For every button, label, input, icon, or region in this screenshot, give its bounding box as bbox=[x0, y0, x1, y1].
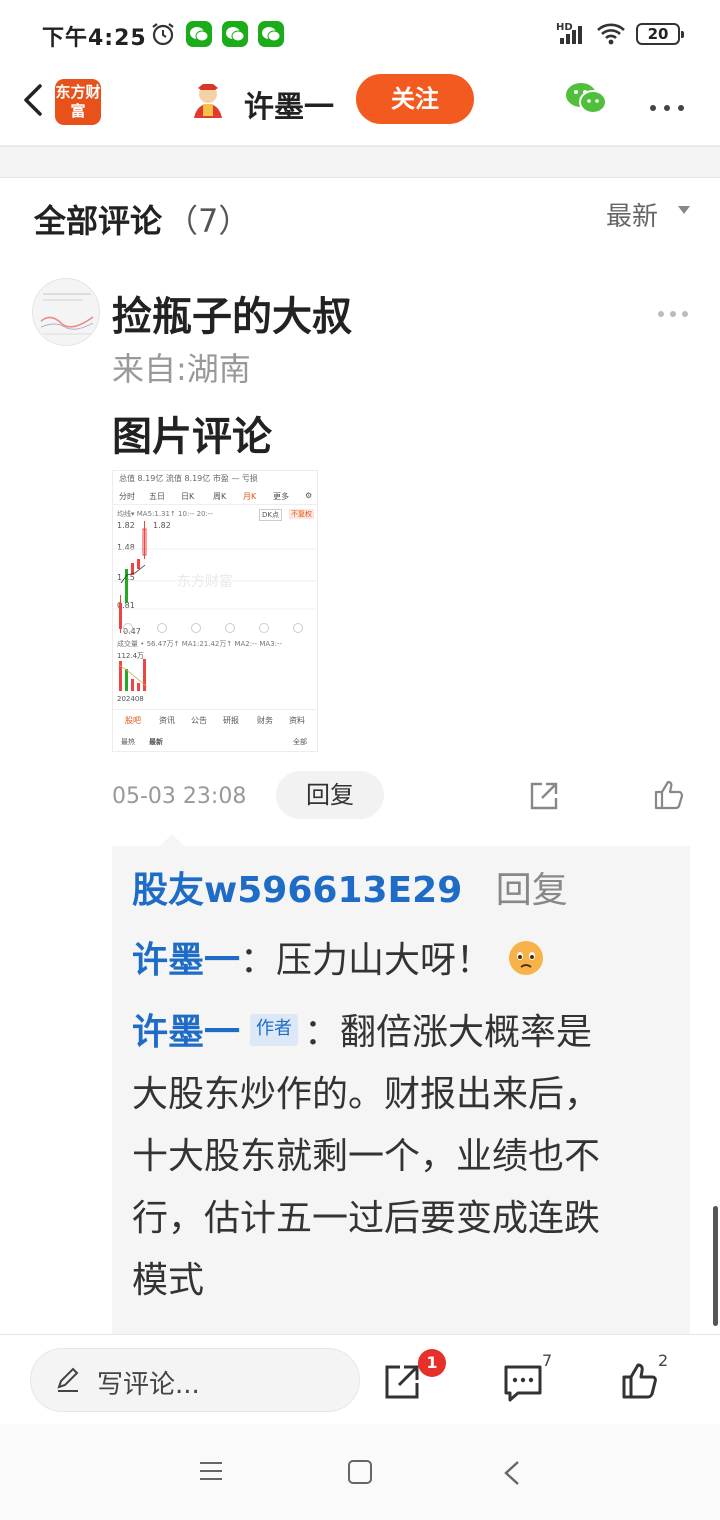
comments-title-text: 全部评论 bbox=[34, 202, 163, 240]
reply-user-link[interactable]: 股友w596613E29 bbox=[132, 870, 462, 911]
commenter-location: 来自:湖南 bbox=[112, 350, 251, 388]
system-back-icon[interactable] bbox=[502, 1460, 522, 1486]
comments-header: 全部评论 （7） 最新 bbox=[0, 178, 720, 258]
worried-face-emoji-icon bbox=[509, 941, 544, 975]
thumb-tab: 更多 bbox=[273, 492, 289, 501]
wifi-icon bbox=[597, 23, 625, 45]
thumb-control-icon bbox=[157, 623, 167, 633]
share-icon[interactable] bbox=[528, 780, 560, 812]
thumb-sort-option-active: 最新 bbox=[149, 738, 163, 746]
comment-icon[interactable] bbox=[502, 1363, 544, 1403]
thumb-tabs: 分时 五日 日K 周K 月K 更多 ⚙ bbox=[113, 487, 317, 505]
reply-header: 股友w596613E29 回复 bbox=[132, 864, 568, 918]
comment-timestamp: 05-03 23:08 bbox=[112, 784, 247, 809]
write-comment-placeholder: 写评论... bbox=[97, 1370, 200, 1400]
thumb-tab: 日K bbox=[181, 492, 195, 501]
thumb-control-icon bbox=[225, 623, 235, 633]
reply-text-line: 十大股东就剩一个，业绩也不 bbox=[132, 1136, 601, 1177]
thumb-controls bbox=[113, 621, 317, 635]
wechat-share-icon[interactable] bbox=[565, 80, 607, 116]
thumb-fq: 不复权 bbox=[289, 509, 314, 519]
share-icon[interactable] bbox=[382, 1361, 422, 1401]
status-time: 下午4:25 bbox=[42, 26, 147, 51]
comment-image[interactable]: 总值 8.19亿 流值 8.19亿 市盈 — 亏损 分时 五日 日K 周K 月K… bbox=[112, 470, 318, 752]
thumb-bottom-tab: 财务 bbox=[257, 716, 273, 725]
thumb-bottom-tab: 资料 bbox=[289, 716, 305, 725]
system-navigation-bar bbox=[0, 1424, 720, 1520]
settings-icon: ⚙ bbox=[305, 491, 313, 500]
reply-text-line: 行，估计五一过后要变成连跌 bbox=[132, 1198, 601, 1239]
reply-text-line: 大股东炒作的。财报出来后， bbox=[132, 1074, 601, 1115]
signal-icon bbox=[560, 26, 582, 44]
wechat-notification-icon bbox=[186, 21, 212, 47]
thumb-tab-active: 月K bbox=[243, 492, 257, 501]
thumb-volume-label: 成交量 • 56.47万↑ MA1:21.42万↑ MA2:-- MA3:-- bbox=[117, 640, 283, 648]
comment-more-icon[interactable] bbox=[658, 302, 694, 321]
reply-item: 许墨一：压力山大呀！ bbox=[132, 934, 544, 988]
thumb-tab: 周K bbox=[213, 492, 227, 501]
reply-item: 许墨一 作者 ：翻倍涨大概率是 大股东炒作的。财报出来后， 十大股东就剩一个，业绩也… bbox=[132, 1006, 680, 1308]
thumb-tab: 分时 bbox=[119, 492, 135, 501]
write-comment-input[interactable]: 写评论... bbox=[30, 1348, 360, 1412]
thumb-bottom-tab: 资讯 bbox=[159, 716, 175, 725]
wechat-notification-icon bbox=[258, 21, 284, 47]
thumb-control-icon bbox=[259, 623, 269, 633]
thumb-filter: 全部 bbox=[293, 738, 307, 746]
chart-thumbnail-icon bbox=[40, 293, 94, 335]
thumbs-up-icon[interactable] bbox=[620, 1361, 660, 1401]
battery-indicator: 20 bbox=[636, 23, 684, 45]
reply-thread: 股友w596613E29 回复 许墨一：压力山大呀！ 许墨一 作者 ：翻倍涨大概率是… bbox=[112, 834, 690, 1336]
commenter-avatar[interactable] bbox=[32, 278, 100, 346]
reply-text-line: ：翻倍涨大概率是 bbox=[304, 1012, 593, 1053]
caret-down-icon[interactable] bbox=[678, 206, 690, 214]
thumb-control-icon bbox=[191, 623, 201, 633]
wechat-notification-icon bbox=[222, 21, 248, 47]
divider-band bbox=[0, 146, 720, 178]
bottom-action-bar: 写评论... 1 7 2 bbox=[0, 1334, 720, 1424]
status-bar: 下午4:25 HD 20 bbox=[0, 0, 720, 66]
home-icon[interactable] bbox=[348, 1460, 372, 1484]
thumb-indicator: 均线▾ MA5:1.31↑ 10:-- 20:-- bbox=[117, 510, 213, 518]
thumb-bottom-tab: 公告 bbox=[191, 716, 207, 725]
thumbs-up-icon[interactable] bbox=[652, 778, 686, 812]
reply-author[interactable]: 许墨一 bbox=[132, 1012, 240, 1053]
author-title[interactable]: 许墨一 bbox=[244, 82, 334, 126]
reply-text: ：压力山大呀！ bbox=[240, 940, 493, 981]
thumb-sort-option: 最热 bbox=[121, 738, 135, 746]
comment-count: 7 bbox=[542, 1351, 553, 1370]
comments-title: 全部评论 （7） bbox=[34, 196, 250, 242]
comments-count: （7） bbox=[166, 202, 251, 240]
thumb-bottom-tab-active: 股吧 bbox=[125, 716, 141, 725]
thumb-bottom-tab: 研报 bbox=[223, 716, 239, 725]
thumb-tab: 五日 bbox=[149, 492, 165, 501]
thumb-bottom-tabs: 股吧 资讯 公告 研报 财务 资料 bbox=[113, 709, 317, 731]
share-count-badge: 1 bbox=[418, 1349, 446, 1377]
thumb-top-stats: 总值 8.19亿 流值 8.19亿 市盈 — 亏损 bbox=[119, 474, 258, 483]
eastmoney-logo[interactable]: 东方财富 bbox=[55, 79, 101, 125]
back-arrow-icon[interactable] bbox=[14, 80, 54, 120]
author-tag-badge: 作者 bbox=[250, 1014, 299, 1046]
pencil-icon bbox=[57, 1367, 79, 1392]
commenter-name[interactable]: 捡瓶子的大叔 bbox=[112, 284, 352, 342]
thumb-date-label: 202408 bbox=[117, 695, 144, 703]
comment-text: 图片评论 bbox=[112, 414, 272, 460]
reply-text-line: 模式 bbox=[132, 1260, 205, 1301]
thumb-control-icon bbox=[293, 623, 303, 633]
reply-author[interactable]: 许墨一 bbox=[132, 940, 240, 981]
follow-button[interactable]: 关注 bbox=[356, 74, 474, 124]
author-avatar-icon[interactable] bbox=[188, 80, 228, 120]
thumb-control-icon bbox=[123, 623, 133, 633]
like-count: 2 bbox=[658, 1351, 669, 1370]
reply-action-link[interactable]: 回复 bbox=[496, 870, 568, 911]
reply-button[interactable]: 回复 bbox=[276, 771, 384, 819]
scrollbar[interactable] bbox=[713, 1206, 718, 1326]
more-options-icon[interactable] bbox=[650, 96, 692, 115]
volume-bars bbox=[118, 659, 148, 691]
sort-dropdown[interactable]: 最新 bbox=[606, 196, 658, 233]
top-nav-bar: 东方财富 许墨一 关注 bbox=[0, 66, 720, 146]
recent-apps-icon[interactable] bbox=[200, 1462, 222, 1486]
alarm-icon bbox=[152, 23, 174, 46]
